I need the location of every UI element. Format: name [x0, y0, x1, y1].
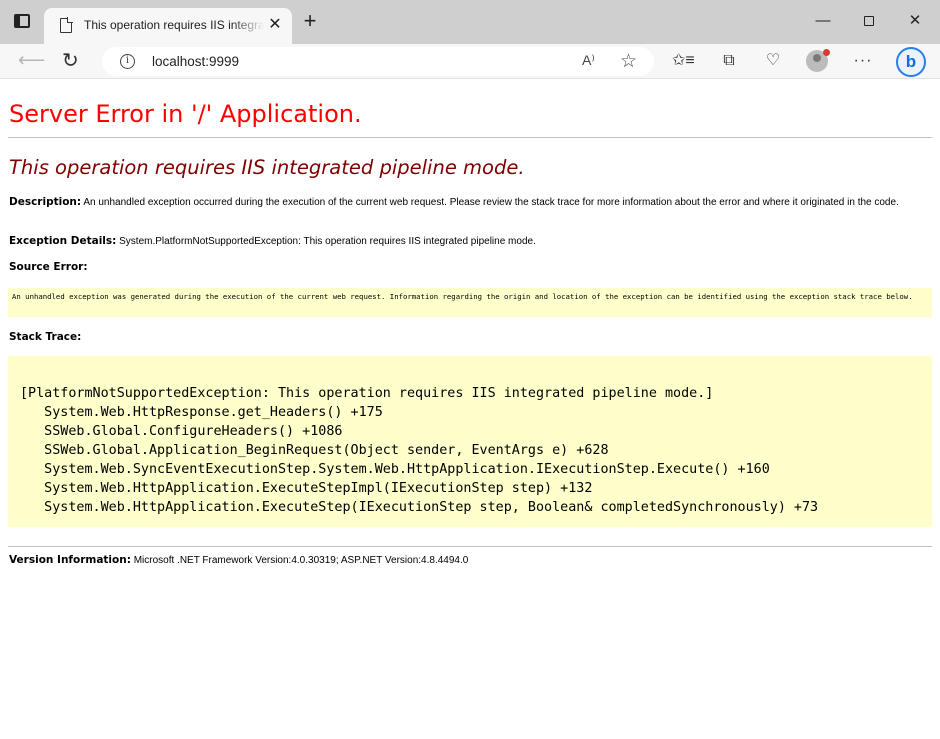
info-icon[interactable]: i: [120, 54, 135, 69]
tab-active[interactable]: This operation requires IIS integrated p…: [44, 8, 292, 44]
description-label: Description:: [9, 196, 82, 208]
page-title: Server Error in '/' Application.: [9, 100, 362, 128]
new-tab-button[interactable]: +: [300, 10, 320, 32]
tab-close-icon[interactable]: ✕: [266, 16, 284, 34]
back-arrow-icon[interactable]: ⟵: [18, 51, 45, 71]
divider: [8, 546, 932, 547]
page-icon: [60, 17, 73, 33]
stack-trace-box: [PlatformNotSupportedException: This ope…: [8, 356, 932, 527]
description: Description: An unhandled exception occu…: [9, 196, 914, 209]
version-text: Microsoft .NET Framework Version:4.0.303…: [133, 555, 469, 566]
browser-toolbar: ⟵ ↻ i localhost:9999 A⁾ ☆ ✩≡ ⧉ ♡ ··· b: [0, 44, 940, 79]
stack-trace-line: SSWeb.Global.Application_BeginRequest(Ob…: [20, 443, 609, 458]
exception-label: Exception Details:: [9, 235, 117, 247]
close-window-button[interactable]: ✕: [902, 10, 928, 32]
maximize-icon: [864, 16, 874, 26]
minimize-button[interactable]: —: [810, 10, 836, 32]
source-error-label: Source Error:: [9, 261, 88, 273]
favorites-icon[interactable]: ✩≡: [672, 51, 695, 71]
browser-essentials-icon[interactable]: ♡: [762, 51, 784, 71]
sidebar-toggle-icon[interactable]: [14, 14, 30, 28]
exception-details: Exception Details: System.PlatformNotSup…: [9, 235, 914, 248]
read-aloud-icon[interactable]: A⁾: [582, 52, 595, 69]
tab-title: This operation requires IIS integrated p…: [84, 18, 264, 32]
url-text[interactable]: localhost:9999: [152, 54, 239, 69]
divider: [8, 137, 932, 138]
favorite-star-icon[interactable]: ☆: [620, 50, 637, 73]
source-error-heading: Source Error:: [9, 261, 914, 274]
refresh-icon[interactable]: ↻: [62, 50, 84, 72]
stack-trace-heading: Stack Trace:: [9, 331, 914, 344]
stack-trace-label: Stack Trace:: [9, 331, 82, 343]
stack-trace-line: System.Web.SyncEventExecutionStep.System…: [20, 462, 770, 477]
source-error-box: An unhandled exception was generated dur…: [8, 288, 932, 317]
stack-trace-line: System.Web.HttpResponse.get_Headers() +1…: [20, 405, 383, 420]
page-content: Server Error in '/' Application. This op…: [0, 80, 940, 739]
bing-copilot-icon[interactable]: b: [896, 47, 926, 77]
stack-trace-line: SSWeb.Global.ConfigureHeaders() +1086: [20, 424, 343, 439]
description-text: An unhandled exception occurred during t…: [83, 197, 899, 208]
error-title: This operation requires IIS integrated p…: [9, 156, 525, 179]
version-label: Version Information:: [9, 554, 131, 566]
exception-text: System.PlatformNotSupportedException: Th…: [119, 236, 536, 247]
collections-icon[interactable]: ⧉: [718, 51, 740, 71]
version-information: Version Information: Microsoft .NET Fram…: [9, 554, 914, 567]
source-error-text: An unhandled exception was generated dur…: [12, 292, 913, 301]
stack-trace-line: System.Web.HttpApplication.ExecuteStep(I…: [20, 500, 819, 515]
stack-trace-line: System.Web.HttpApplication.ExecuteStepIm…: [20, 481, 593, 496]
address-bar[interactable]: i localhost:9999 A⁾ ☆: [102, 47, 654, 76]
stack-trace-line: [PlatformNotSupportedException: This ope…: [20, 386, 714, 401]
browser-titlebar: This operation requires IIS integrated p…: [0, 0, 940, 44]
more-options-icon[interactable]: ···: [852, 51, 874, 71]
profile-avatar-icon[interactable]: [806, 49, 830, 72]
maximize-button[interactable]: [856, 10, 882, 32]
